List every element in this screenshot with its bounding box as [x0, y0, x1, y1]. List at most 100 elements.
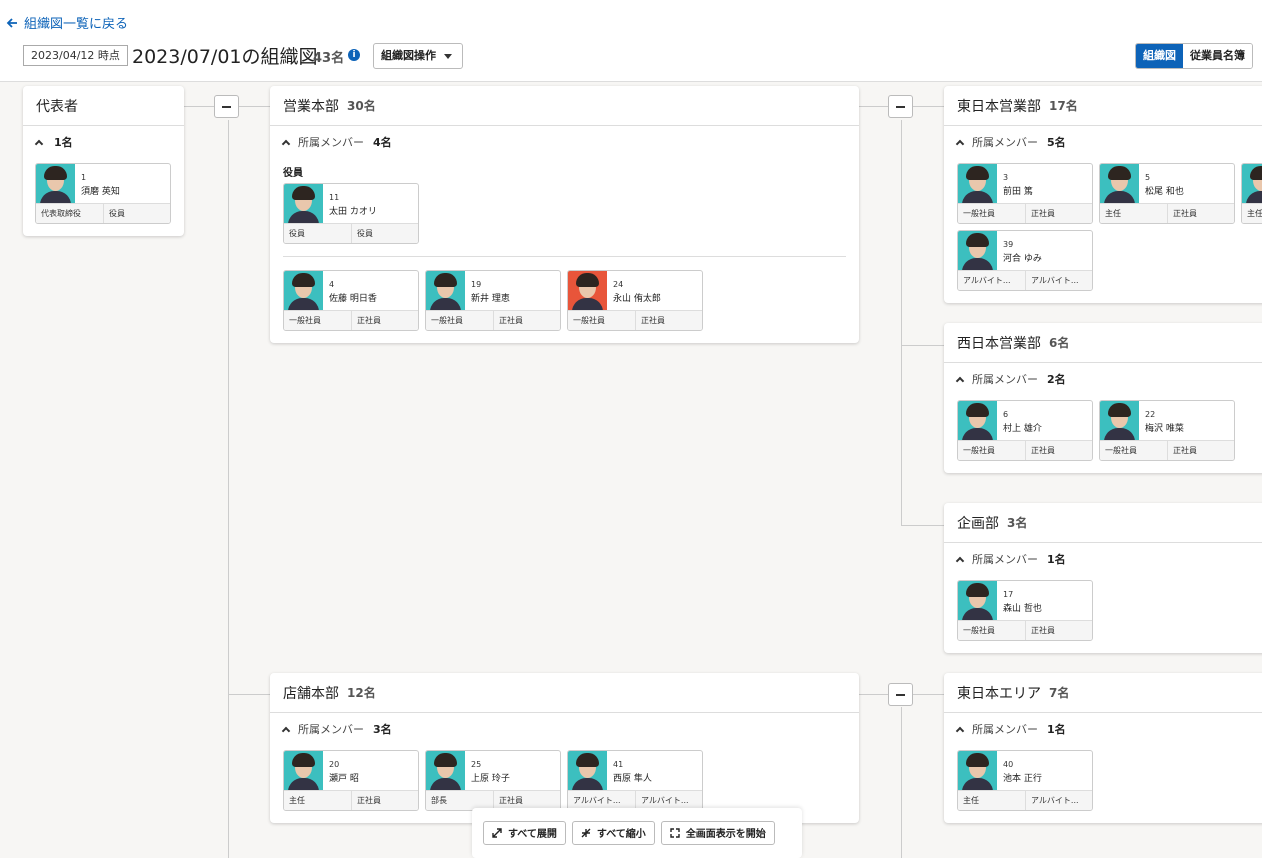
employee-name: 永山 侑太郎 [613, 294, 661, 304]
employee-card[interactable]: 40 池本 正行 主任 アルバイト... [957, 750, 1093, 811]
employment-type: 正社員 [641, 316, 665, 325]
view-directory-button[interactable]: 従業員名簿 [1183, 44, 1252, 68]
fullscreen-button[interactable]: 全画面表示を開始 [660, 820, 775, 845]
employee-name: 松尾 和也 [1145, 187, 1184, 197]
employee-name: 太田 カオリ [329, 207, 377, 217]
employee-number: 20 [329, 760, 340, 769]
members-toggle[interactable]: 所属メンバー 3名 [281, 721, 392, 737]
employment-type: 正社員 [1173, 209, 1197, 218]
employee-position: 役員 [284, 224, 352, 243]
members-label: 所属メンバー [972, 553, 1038, 566]
employee-card[interactable]: 3 前田 篤 一般社員 正社員 [957, 163, 1093, 224]
employee-card[interactable]: 20 瀬戸 昭 主任 正社員 [283, 750, 419, 811]
employee-card[interactable]: 6 村上 雄介 一般社員 正社員 [957, 400, 1093, 461]
dept-card-east-sales: 東日本営業部 17名 所属メンバー 5名 3 前田 篤 一般社員 正社員 5 松尾… [944, 86, 1262, 303]
employee-position: 主任 [1100, 204, 1168, 223]
employee-number: 39 [1003, 240, 1014, 249]
chevron-up-icon [34, 139, 44, 148]
back-link[interactable]: 組織図一覧に戻る [6, 13, 128, 32]
connector-line [913, 106, 944, 107]
dept-name: 企画部 [957, 515, 999, 532]
employee-photo [284, 751, 323, 790]
employee-name: 前田 篤 [1003, 187, 1033, 197]
employee-card[interactable]: 24 永山 侑太郎 一般社員 正社員 [567, 270, 703, 331]
collapse-all-button[interactable]: すべて縮小 [571, 820, 655, 845]
expand-all-button[interactable]: すべて展開 [483, 820, 566, 845]
employee-name: 佐藤 明日香 [329, 294, 377, 304]
org-operations-label: 組織図操作 [381, 49, 436, 62]
connector-line [184, 106, 214, 107]
collapse-button-rep[interactable] [214, 95, 239, 118]
collapse-all-label: すべて縮小 [596, 829, 646, 840]
org-operations-button[interactable]: 組織図操作 [373, 43, 463, 69]
employee-card[interactable]: 主任 [1241, 163, 1262, 224]
employee-position: 一般社員 [958, 204, 1026, 223]
members-label: 所属メンバー [972, 373, 1038, 386]
employee-photo [36, 164, 75, 203]
members-toggle[interactable]: 所属メンバー 4名 [281, 134, 392, 150]
dept-header: 西日本営業部 6名 [944, 323, 1262, 363]
employee-card[interactable]: 5 松尾 和也 主任 正社員 [1099, 163, 1235, 224]
employee-photo [958, 231, 997, 270]
members-toggle[interactable]: 1名 [34, 134, 73, 150]
page-header: 組織図一覧に戻る 2023/04/12 時点 2023/07/01の組織図 43… [0, 0, 1262, 82]
employee-card[interactable]: 19 新井 理恵 一般社員 正社員 [425, 270, 561, 331]
employee-number: 24 [613, 280, 624, 289]
connector-line [901, 525, 944, 526]
members-toggle[interactable]: 所属メンバー 5名 [955, 134, 1066, 150]
employee-position: 一般社員 [568, 311, 636, 330]
dept-name: 西日本営業部 [957, 335, 1041, 352]
employee-card[interactable]: 17 森山 哲也 一般社員 正社員 [957, 580, 1093, 641]
employee-number: 6 [1003, 410, 1009, 419]
collapse-button-store-hq[interactable] [888, 683, 913, 706]
employee-name: 上原 玲子 [471, 774, 510, 784]
collapse-button-sales-hq[interactable] [888, 95, 913, 118]
members-count: 2名 [1047, 373, 1066, 386]
members-toggle[interactable]: 所属メンバー 2名 [955, 371, 1066, 387]
members-toggle[interactable]: 所属メンバー 1名 [955, 551, 1066, 567]
members-toggle[interactable]: 所属メンバー 1名 [955, 721, 1066, 737]
connector-line [859, 106, 888, 107]
employee-name: 河合 ゆみ [1003, 254, 1042, 264]
employee-photo [958, 751, 997, 790]
employee-photo [958, 581, 997, 620]
dept-header: 東日本エリア 7名 [944, 673, 1262, 713]
employee-card[interactable]: 41 西原 隼人 アルバイト... アルバイト... [567, 750, 703, 811]
employee-card[interactable]: 22 梅沢 唯菜 一般社員 正社員 [1099, 400, 1235, 461]
dept-card-west-sales: 西日本営業部 6名 所属メンバー 2名 6 村上 雄介 一般社員 正社員 22 梅… [944, 323, 1262, 473]
members-label: 所属メンバー [298, 723, 364, 736]
employee-card[interactable]: 39 河合 ゆみ アルバイト... アルバイト... [957, 230, 1093, 291]
employment-type: 正社員 [1173, 446, 1197, 455]
back-link-label: 組織図一覧に戻る [24, 17, 129, 32]
employee-card[interactable]: 11 太田 カオリ 役員 役員 [283, 183, 419, 244]
divider [283, 256, 846, 257]
connector-line [228, 120, 229, 858]
employment-type: アルバイト... [1031, 796, 1079, 805]
employee-name: 森山 哲也 [1003, 604, 1042, 614]
employee-name: 新井 理恵 [471, 294, 510, 304]
view-toggle: 組織図 従業員名簿 [1135, 43, 1253, 69]
employee-photo [568, 271, 607, 310]
employee-number: 17 [1003, 590, 1014, 599]
view-org-chart-button[interactable]: 組織図 [1136, 44, 1183, 68]
employee-position: 一般社員 [958, 441, 1026, 460]
employee-photo [284, 184, 323, 223]
employment-type: 役員 [109, 209, 125, 218]
employee-name: 池本 正行 [1003, 774, 1042, 784]
dept-header: 代表者 [23, 86, 184, 126]
dept-card-representative: 代表者 1名 1 須磨 英知 代表取締役 役員 [23, 86, 184, 236]
members-count: 1名 [54, 136, 73, 149]
employee-number: 4 [329, 280, 335, 289]
chevron-up-icon [281, 726, 291, 735]
employee-card[interactable]: 25 上原 玲子 部長 正社員 [425, 750, 561, 811]
total-count: 43名 [313, 51, 345, 66]
info-icon[interactable]: i [348, 49, 360, 61]
dept-header: 東日本営業部 17名 [944, 86, 1262, 126]
employment-type: 正社員 [357, 316, 381, 325]
expand-icon [492, 827, 502, 838]
employee-number: 3 [1003, 173, 1009, 182]
employee-card[interactable]: 4 佐藤 明日香 一般社員 正社員 [283, 270, 419, 331]
employee-card[interactable]: 1 須磨 英知 代表取締役 役員 [35, 163, 171, 224]
connector-line [901, 120, 902, 525]
employment-type: 役員 [357, 229, 373, 238]
